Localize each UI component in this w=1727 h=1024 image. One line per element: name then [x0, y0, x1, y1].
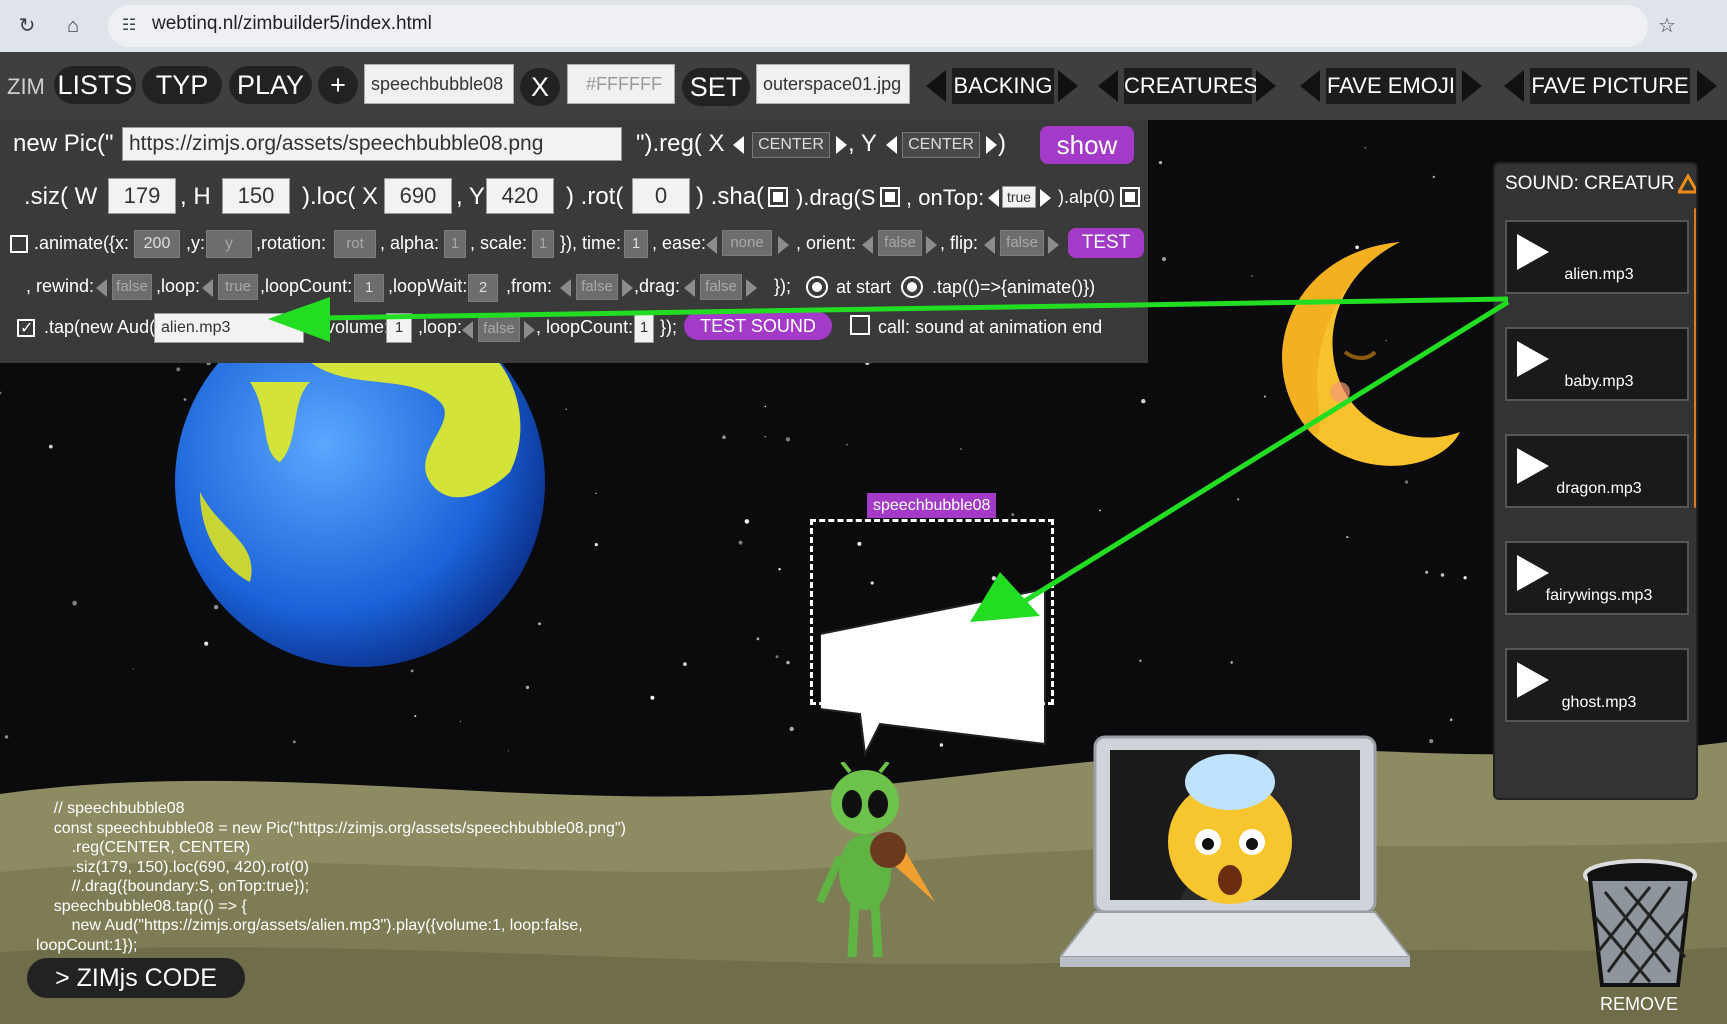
zim-builder-app: speechbubble08 REMOVE // speechbubble08 …: [0, 52, 1727, 1024]
url-text[interactable]: webtinq.nl/zimbuilder5/index.html: [152, 13, 432, 35]
home-icon[interactable]: ⌂: [58, 11, 88, 41]
reload-icon[interactable]: ↻: [12, 11, 42, 41]
site-info-icon[interactable]: ☷: [114, 11, 144, 41]
browser-bar: ↻ ⌂ ☷ webtinq.nl/zimbuilder5/index.html …: [0, 0, 1727, 52]
star-icon[interactable]: ☆: [1652, 11, 1682, 41]
annotation-arrows: [268, 296, 1510, 622]
